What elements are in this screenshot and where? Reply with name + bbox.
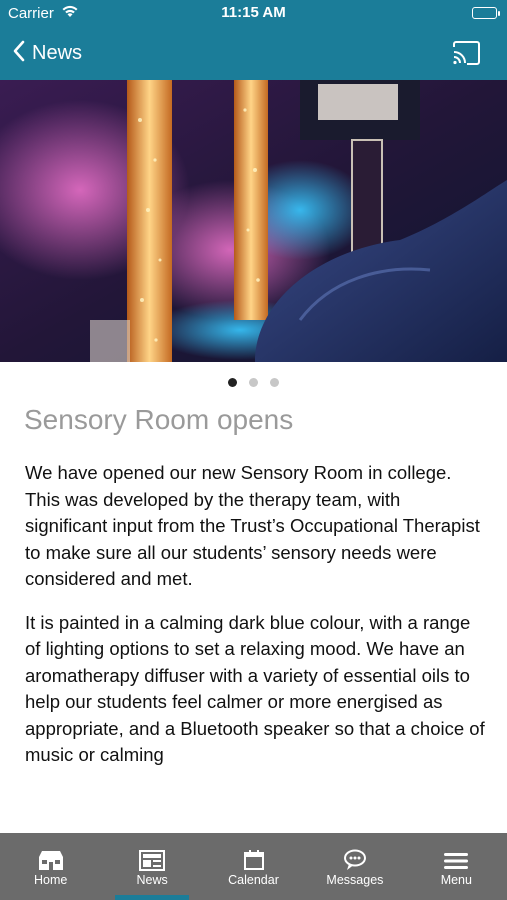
tab-calendar-label: Calendar <box>228 873 279 887</box>
battery-icon <box>472 7 500 19</box>
article-title: Sensory Room opens <box>24 404 294 435</box>
carousel-dot-3[interactable] <box>270 377 279 387</box>
tab-home[interactable]: Home <box>0 833 101 900</box>
tab-bar: Home News Calendar Messages Menu <box>0 833 507 900</box>
home-icon <box>36 849 66 871</box>
article-paragraph: It is painted in a calming dark blue col… <box>25 611 485 766</box>
tab-messages[interactable]: Messages <box>304 833 405 900</box>
status-bar: Carrier 11:15 AM <box>0 0 507 28</box>
tab-news-label: News <box>136 873 168 887</box>
carousel-indicator <box>0 375 507 389</box>
back-label: News <box>32 41 83 64</box>
tab-messages-label: Messages <box>326 873 384 887</box>
tab-home-label: Home <box>34 873 68 887</box>
article-body: We have opened our new Sensory Room in c… <box>25 460 487 778</box>
back-button[interactable]: News <box>12 38 82 68</box>
news-icon <box>139 849 166 871</box>
tab-menu-label: Menu <box>440 873 472 887</box>
tab-menu[interactable]: Menu <box>406 833 507 900</box>
menu-icon <box>443 849 469 871</box>
messages-icon <box>343 849 367 871</box>
carousel-dot-2[interactable] <box>249 377 258 387</box>
sensory-room-photo <box>0 80 507 362</box>
chevron-left-icon <box>12 40 26 67</box>
app-header: Carrier 11:15 AM News <box>0 0 507 80</box>
tab-news[interactable]: News <box>101 833 202 900</box>
status-time: 11:15 AM <box>221 4 286 21</box>
nav-bar: News <box>0 28 507 80</box>
calendar-icon <box>243 849 265 871</box>
article-paragraph: We have opened our new Sensory Room in c… <box>25 462 480 589</box>
news-image-carousel[interactable] <box>0 80 507 362</box>
carousel-dot-1[interactable] <box>228 377 237 387</box>
cast-icon[interactable] <box>451 40 483 68</box>
tab-calendar[interactable]: Calendar <box>203 833 304 900</box>
